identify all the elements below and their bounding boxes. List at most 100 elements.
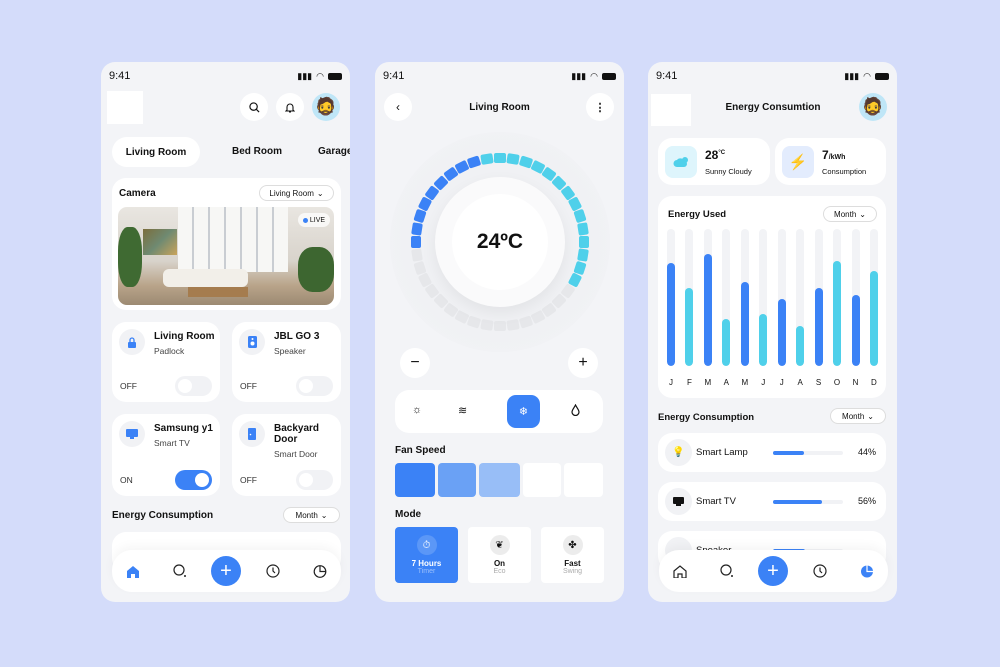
nav-history[interactable] [811, 562, 829, 580]
device-toggle[interactable] [175, 376, 212, 396]
bar-track [703, 229, 712, 366]
bar-J[interactable] [759, 313, 768, 366]
camera-feed[interactable]: LIVE [118, 207, 334, 305]
bar-A[interactable] [722, 319, 731, 366]
camera-card: Camera Living Room ⌄ LIVE [112, 178, 341, 310]
dial-tick [411, 248, 423, 262]
chevron-down-icon: ⌄ [316, 188, 324, 198]
bar-A[interactable] [796, 326, 805, 366]
status-icons: ▮▮▮ ◠ [297, 71, 342, 82]
bar-N[interactable] [851, 294, 860, 366]
tab-bed-room[interactable]: Bed Room [232, 146, 282, 157]
plus-icon: + [220, 559, 232, 582]
month-label: O [833, 378, 841, 387]
list-item[interactable]: Smart TV 56% [658, 482, 886, 521]
fan-speed-level-3[interactable] [479, 463, 520, 497]
nav-history[interactable] [264, 562, 282, 580]
item-percent: 44% [857, 447, 876, 457]
device-name: Samsung y1 [154, 423, 213, 434]
tab-garage[interactable]: Garage [318, 146, 350, 157]
snowflake-icon[interactable]: ❄ [507, 395, 540, 428]
energy-title: Energy Consumption [112, 510, 214, 521]
item-name: Smart Lamp [696, 447, 748, 458]
device-card[interactable]: Backyard Door Smart Door OFF [232, 414, 341, 496]
weather-label: Sunny Cloudy [705, 167, 752, 176]
fan-speed-level-2[interactable] [438, 463, 476, 497]
mode-title: On [493, 559, 506, 568]
clock-icon [813, 564, 827, 578]
add-button[interactable]: + [758, 556, 788, 586]
logo-placeholder [107, 91, 143, 124]
device-toggle[interactable] [175, 470, 212, 490]
bar-O[interactable] [833, 260, 842, 366]
temperature-value: 24ºC [452, 194, 548, 290]
device-toggle[interactable] [296, 376, 333, 396]
bar-J[interactable] [777, 298, 786, 366]
bar-S[interactable] [814, 287, 823, 366]
nav-search[interactable] [718, 562, 736, 580]
mode-label: Mode [395, 509, 422, 520]
bar-track [722, 229, 731, 366]
month-label: M [741, 378, 749, 387]
device-card[interactable]: JBL GO 3 Speaker OFF [232, 322, 341, 402]
device-type: Smart Door [274, 449, 318, 459]
device-toggle[interactable] [296, 470, 333, 490]
month-label: A [723, 378, 730, 387]
month-label: J [669, 378, 673, 387]
nav-home[interactable] [124, 562, 142, 580]
fan-speed-level-4[interactable] [523, 463, 561, 497]
mode-title: Fast [564, 559, 581, 568]
nav-stats[interactable] [311, 562, 329, 580]
bar-F[interactable] [685, 287, 694, 366]
avatar[interactable]: 🧔 [312, 93, 340, 121]
dial-tick [577, 222, 589, 236]
search-button[interactable] [240, 93, 268, 121]
notification-button[interactable] [276, 93, 304, 121]
door-icon [239, 421, 265, 447]
dial-tick [466, 155, 482, 169]
device-card[interactable]: Living Room Padlock OFF [112, 322, 220, 402]
device-state: OFF [120, 381, 137, 391]
thermostat-screen: 9:41 ▮▮▮ ◠ ‹ Living Room ⋮ 24ºC − + ☼ ≋ ❄… [375, 62, 624, 602]
mode-card-swing[interactable]: ✤ Fast Swing [541, 527, 604, 583]
home-icon [127, 565, 139, 578]
mode-card-timer[interactable]: ⏱ 7 Hours Timer [395, 527, 458, 583]
leaf-icon: ❦ [489, 535, 510, 555]
mode-card-eco[interactable]: ❦ On Eco [468, 527, 531, 583]
mode-subtitle: Swing [562, 568, 583, 575]
list-item[interactable]: 💡 Smart Lamp 44% [658, 433, 886, 472]
nav-stats[interactable] [858, 562, 876, 580]
bar-M[interactable] [703, 253, 712, 366]
dial-tick [411, 222, 423, 236]
list-period-dropdown[interactable]: Month ⌄ [830, 408, 886, 424]
nav-search[interactable] [171, 562, 189, 580]
dropdown-value: Living Room [269, 188, 314, 198]
climate-mode-bar: ☼ ≋ ❄ [395, 390, 603, 433]
clock-icon [266, 564, 280, 578]
increase-button[interactable]: + [568, 348, 598, 378]
sun-icon[interactable]: ☼ [412, 404, 422, 416]
add-button[interactable]: + [211, 556, 241, 586]
device-name: JBL GO 3 [274, 331, 320, 342]
wind-icon[interactable]: ≋ [458, 404, 467, 417]
page-title: Energy Consumtion [725, 102, 821, 113]
tab-living-room[interactable]: Living Room [112, 137, 200, 167]
dial-tick [506, 153, 520, 165]
energy-period-dropdown[interactable]: Month ⌄ [283, 507, 340, 523]
bar-M[interactable] [740, 282, 749, 366]
drop-icon[interactable] [571, 403, 580, 421]
decrease-button[interactable]: − [400, 348, 430, 378]
bar-D[interactable] [869, 271, 878, 366]
home-icon [673, 564, 687, 578]
device-card[interactable]: Samsung y1 Smart TV ON [112, 414, 220, 496]
bar-J[interactable] [667, 263, 675, 366]
dial-tick [480, 319, 494, 331]
fan-speed-level-5[interactable] [564, 463, 603, 497]
fan-speed-level-1[interactable] [395, 463, 435, 497]
avatar[interactable]: 🧔 [859, 93, 887, 121]
nav-home[interactable] [671, 562, 689, 580]
bar-track [740, 229, 749, 366]
minus-icon: − [410, 354, 420, 371]
camera-room-dropdown[interactable]: Living Room ⌄ [259, 185, 334, 201]
live-badge: LIVE [298, 213, 330, 227]
